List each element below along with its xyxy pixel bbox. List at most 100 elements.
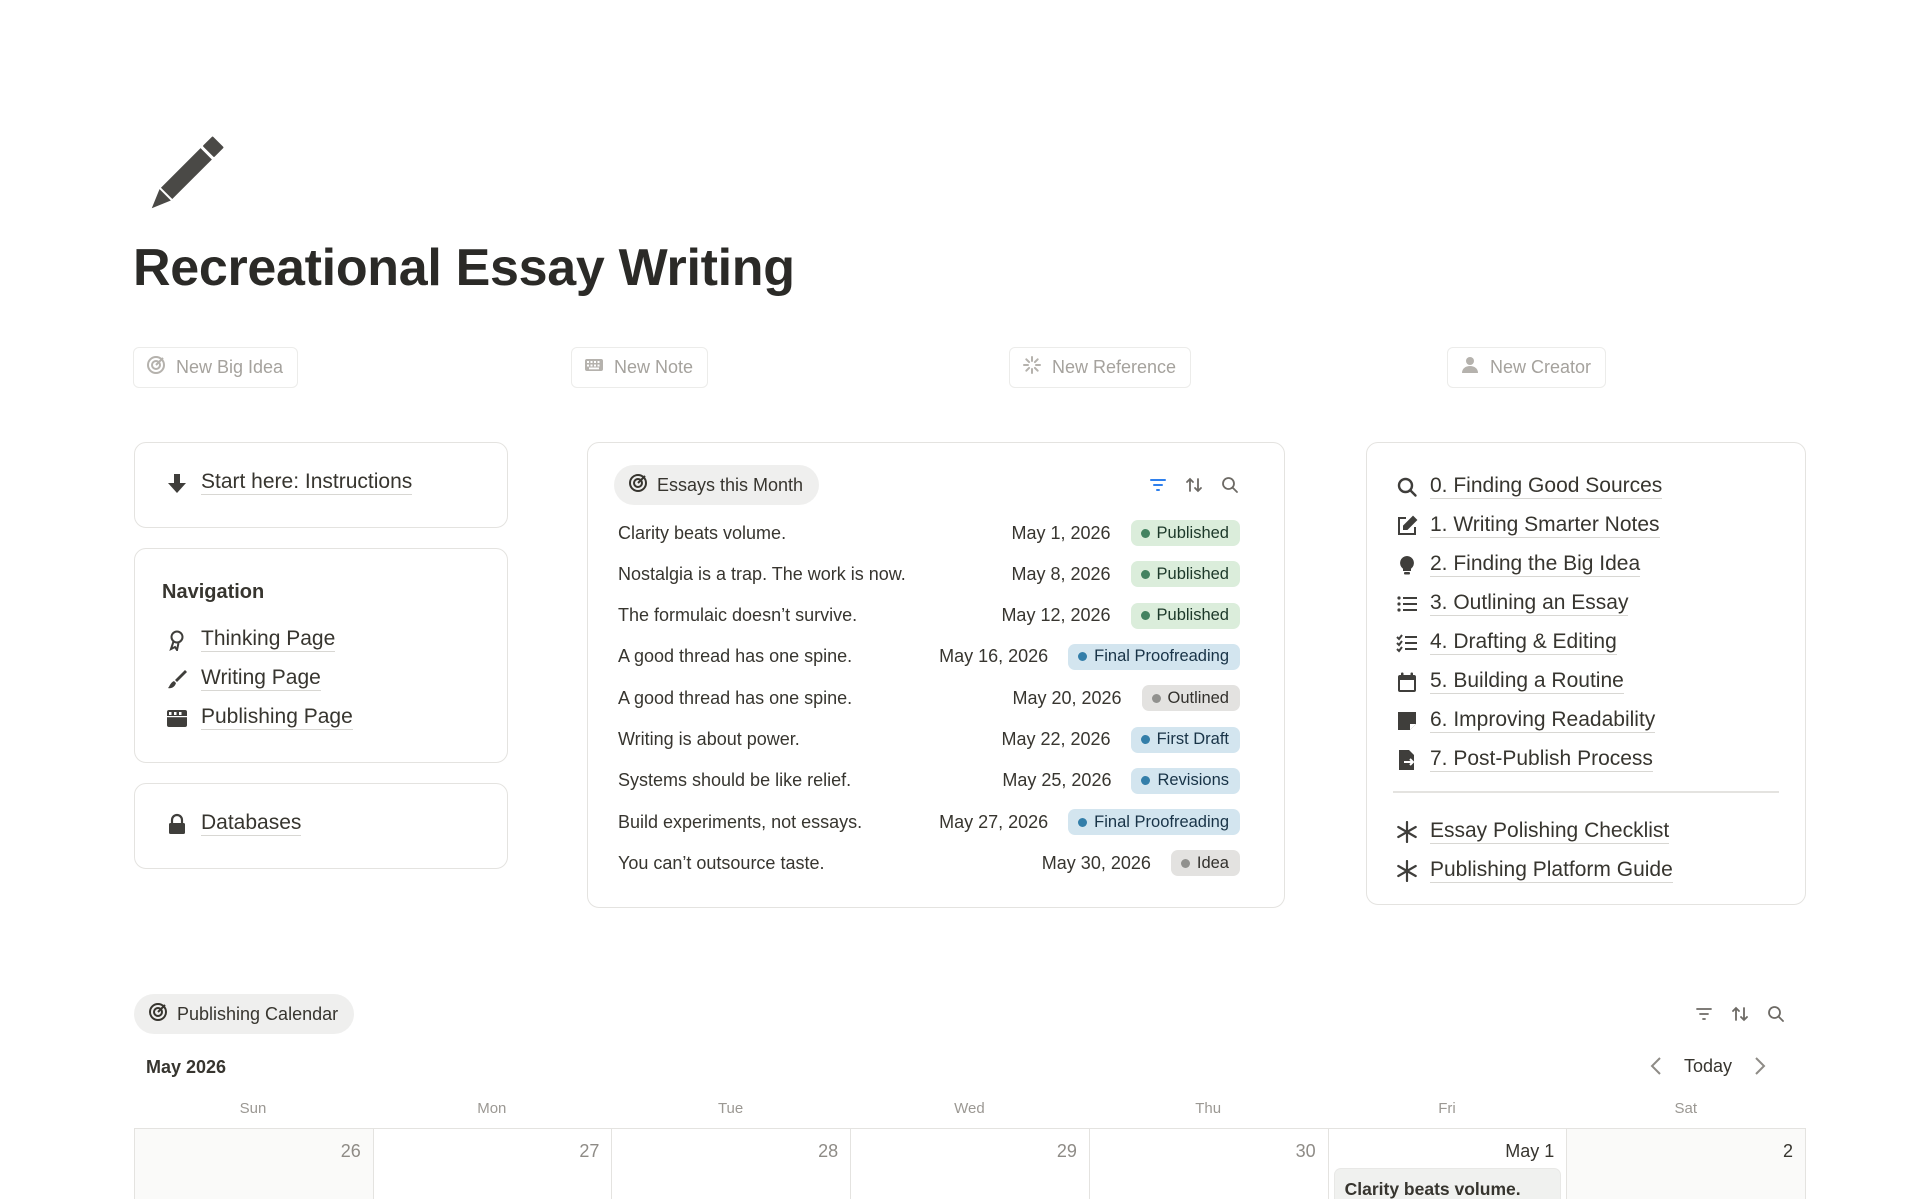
nav-item-thinking-page[interactable]: Thinking Page (165, 627, 336, 653)
start-here-link[interactable]: Start here: Instructions (165, 470, 413, 496)
filter-icon[interactable] (1694, 1004, 1714, 1024)
sort-icon[interactable] (1184, 475, 1204, 495)
chevron-right-icon[interactable] (1750, 1049, 1770, 1083)
nav-item-thinking-label: Thinking Page (201, 627, 336, 653)
weekday-label: Fri (1438, 1100, 1456, 1117)
essay-title[interactable]: Nostalgia is a trap. The work is now. (618, 564, 1011, 585)
nav-item-publishing-label: Publishing Page (201, 705, 353, 731)
calendar-event[interactable]: Clarity beats volume. (1334, 1169, 1561, 1199)
ribbon-icon (165, 628, 189, 652)
asterisk-icon (1395, 820, 1419, 844)
status-label: Published (1156, 564, 1229, 583)
essay-title[interactable]: Systems should be like relief. (618, 770, 1002, 791)
guide-item-outlining[interactable]: 3. Outlining an Essay (1395, 584, 1662, 623)
status-label: Final Proofreading (1094, 812, 1229, 831)
essay-row[interactable]: A good thread has one spine. May 16, 2026… (618, 642, 1240, 672)
chevron-left-icon[interactable] (1646, 1049, 1666, 1083)
guide-item-label: 6. Improving Readability (1430, 708, 1656, 734)
status-label: Final Proofreading (1094, 647, 1229, 666)
guide-extra-platform[interactable]: Publishing Platform Guide (1395, 851, 1673, 890)
calendar-day-cell[interactable]: 29 (851, 1129, 1090, 1199)
calendar-view-title[interactable]: Publishing Calendar (134, 994, 355, 1034)
essay-row[interactable]: Build experiments, not essays. May 27, 20… (618, 807, 1240, 837)
status-badge: Published (1130, 602, 1240, 629)
file-export-icon (1395, 748, 1419, 772)
calendar-day-cell[interactable]: 26 (135, 1129, 374, 1199)
guide-item-label: 2. Finding the Big Idea (1430, 552, 1641, 578)
lightbulb-icon (1395, 553, 1419, 577)
pencil-icon[interactable] (140, 130, 230, 220)
calendar-day-cell[interactable]: 2 (1567, 1129, 1807, 1199)
guide-item-label: 4. Drafting & Editing (1430, 630, 1617, 656)
new-creator-label: New Creator (1490, 357, 1592, 377)
filter-icon[interactable] (1148, 475, 1168, 495)
guide-extra-label: Essay Polishing Checklist (1430, 819, 1670, 845)
start-here-label: Start here: Instructions (201, 470, 413, 496)
search-icon[interactable] (1220, 475, 1240, 495)
essay-row[interactable]: Systems should be like relief. May 25, 20… (618, 766, 1240, 796)
nav-item-publishing-page[interactable]: Publishing Page (165, 705, 353, 731)
status-badge: First Draft (1130, 726, 1240, 753)
new-big-idea-button[interactable]: New Big Idea (133, 347, 299, 388)
calendar-toolbar (1694, 1004, 1786, 1024)
essays-view-title[interactable]: Essays this Month (614, 465, 820, 505)
search-icon[interactable] (1766, 1004, 1786, 1024)
sticky-note-icon (1395, 709, 1419, 733)
essay-row[interactable]: Writing is about power. May 22, 2026 First… (618, 725, 1240, 755)
essay-title[interactable]: Build experiments, not essays. (618, 812, 939, 833)
calendar-month: May 2026 (146, 1057, 227, 1077)
keyboard-icon (584, 355, 604, 380)
status-dot (1140, 735, 1150, 744)
status-label: Revisions (1157, 771, 1229, 790)
weekday-label: Sat (1674, 1100, 1698, 1117)
essay-title[interactable]: Clarity beats volume. (618, 523, 1011, 544)
essay-row[interactable]: A good thread has one spine. May 20, 2026… (618, 683, 1240, 713)
calendar-view-title-label: Publishing Calendar (177, 1003, 339, 1024)
new-creator-button[interactable]: New Creator (1447, 347, 1607, 388)
weekday-label: Sun (239, 1100, 267, 1117)
databases-link[interactable]: Databases (165, 811, 302, 837)
essay-row[interactable]: Nostalgia is a trap. The work is now. May… (618, 559, 1240, 589)
essays-this-month-card: Essays this Month Clarity beats volume. M… (587, 442, 1285, 908)
guides-card: 0. Finding Good Sources 1. Writing Smart… (1366, 442, 1806, 905)
essay-title[interactable]: A good thread has one spine. (618, 688, 1012, 709)
calendar-day-number: 2 (1783, 1141, 1794, 1161)
essay-date: May 8, 2026 (1011, 563, 1111, 584)
guide-extra-label: Publishing Platform Guide (1430, 858, 1673, 884)
essay-title[interactable]: A good thread has one spine. (618, 646, 939, 667)
guide-extra-polishing[interactable]: Essay Polishing Checklist (1395, 812, 1673, 851)
sort-icon[interactable] (1730, 1004, 1750, 1024)
calendar-day-cell[interactable]: 27 (374, 1129, 613, 1199)
essay-row[interactable]: Clarity beats volume. May 1, 2026 Publishe… (618, 518, 1240, 548)
status-dot (1141, 776, 1151, 786)
new-reference-button[interactable]: New Reference (1009, 347, 1192, 388)
calendar-day-number: 28 (818, 1141, 839, 1161)
nav-item-writing-label: Writing Page (201, 666, 321, 692)
databases-card: Databases (134, 783, 508, 869)
new-note-button[interactable]: New Note (571, 347, 709, 388)
nav-item-writing-page[interactable]: Writing Page (165, 666, 321, 692)
essay-row[interactable]: You can’t outsource taste. May 30, 2026 Id… (618, 848, 1240, 878)
guide-item-readability[interactable]: 6. Improving Readability (1395, 701, 1662, 740)
calendar-day-cell[interactable]: 28 (612, 1129, 852, 1199)
search-icon (1395, 475, 1419, 499)
essay-title[interactable]: Writing is about power. (618, 729, 1002, 750)
guide-item-label: 3. Outlining an Essay (1430, 591, 1629, 617)
essay-row[interactable]: The formulaic doesn’t survive. May 12, 20… (618, 601, 1240, 631)
guide-item-post-publish[interactable]: 7. Post-Publish Process (1395, 740, 1662, 779)
essay-title[interactable]: The formulaic doesn’t survive. (618, 605, 1001, 626)
guide-item-label: 5. Building a Routine (1430, 669, 1624, 695)
guide-item-sources[interactable]: 0. Finding Good Sources (1395, 467, 1663, 506)
status-label: Published (1156, 523, 1229, 542)
calendar-day-cell[interactable]: 30 (1090, 1129, 1329, 1199)
guide-item-routine[interactable]: 5. Building a Routine (1395, 662, 1662, 701)
calendar-day-cell[interactable]: May 1 Clarity beats volume. (1329, 1129, 1568, 1199)
essay-title[interactable]: You can’t outsource taste. (618, 853, 1042, 874)
guide-item-notes[interactable]: 1. Writing Smarter Notes (1395, 506, 1662, 545)
status-badge: Final Proofreading (1068, 643, 1240, 670)
today-button[interactable]: Today (1684, 1056, 1732, 1077)
navigation-card: Navigation Thinking Page Writing Page Pu… (134, 548, 508, 763)
guide-item-drafting[interactable]: 4. Drafting & Editing (1395, 623, 1662, 662)
guides-divider (1393, 791, 1779, 793)
guide-item-big-idea[interactable]: 2. Finding the Big Idea (1395, 545, 1662, 584)
